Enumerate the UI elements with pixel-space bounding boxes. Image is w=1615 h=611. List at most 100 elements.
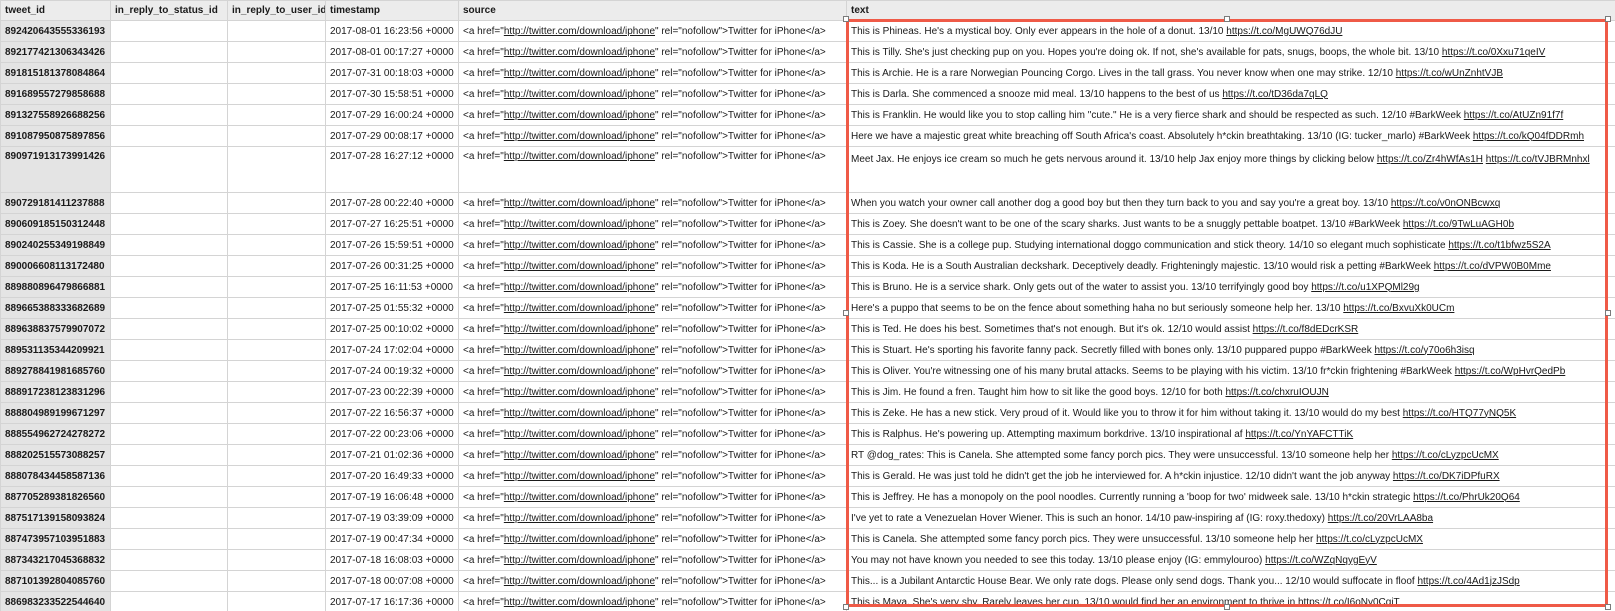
cell-in-reply-to-user-id[interactable] — [227, 570, 326, 592]
cell-in-reply-to-status-id[interactable] — [110, 83, 228, 105]
tweet-link[interactable]: https://t.co/WZqNqygEyV — [1265, 555, 1377, 566]
tweet-link[interactable]: https://t.co/chxruIOUJN — [1225, 387, 1328, 398]
source-link[interactable]: http://twitter.com/download/iphone — [504, 47, 655, 58]
source-link[interactable]: http://twitter.com/download/iphone — [504, 492, 655, 503]
cell-in-reply-to-status-id[interactable] — [110, 339, 228, 361]
cell-text[interactable]: This is Zeke. He has a new stick. Very p… — [846, 402, 1615, 424]
cell-tweet-id[interactable]: 887101392804085760 — [0, 570, 111, 592]
cell-text[interactable]: This is Darla. She commenced a snooze mi… — [846, 83, 1615, 105]
cell-timestamp[interactable]: 2017-07-21 01:02:36 +0000 — [325, 444, 459, 466]
cell-in-reply-to-status-id[interactable] — [110, 591, 228, 611]
cell-text[interactable]: You may not have known you needed to see… — [846, 549, 1615, 571]
cell-source[interactable]: <a href="http://twitter.com/download/iph… — [458, 549, 847, 571]
cell-tweet-id[interactable]: 889531135344209921 — [0, 339, 111, 361]
header-source[interactable]: source — [458, 0, 847, 21]
source-link[interactable]: http://twitter.com/download/iphone — [504, 597, 655, 608]
selection-handle-bottom-right[interactable] — [1605, 604, 1611, 610]
cell-timestamp[interactable]: 2017-07-17 16:17:36 +0000 — [325, 591, 459, 611]
source-link[interactable]: http://twitter.com/download/iphone — [504, 219, 655, 230]
tweet-link[interactable]: https://t.co/YnYAFCTTiK — [1245, 429, 1353, 440]
cell-tweet-id[interactable]: 890006608113172480 — [0, 255, 111, 277]
tweet-link[interactable]: https://t.co/u1XPQMl29g — [1311, 282, 1419, 293]
source-link[interactable]: http://twitter.com/download/iphone — [504, 366, 655, 377]
cell-in-reply-to-status-id[interactable] — [110, 146, 228, 193]
cell-in-reply-to-user-id[interactable] — [227, 339, 326, 361]
cell-in-reply-to-user-id[interactable] — [227, 591, 326, 611]
cell-timestamp[interactable]: 2017-07-29 16:00:24 +0000 — [325, 104, 459, 126]
tweet-link[interactable]: https://t.co/0Xxu71qeIV — [1442, 47, 1545, 58]
cell-timestamp[interactable]: 2017-07-28 00:22:40 +0000 — [325, 192, 459, 214]
cell-timestamp[interactable]: 2017-07-24 00:19:32 +0000 — [325, 360, 459, 382]
tweet-link[interactable]: https://t.co/cLyzpcUcMX — [1316, 534, 1423, 545]
tweet-link[interactable]: https://t.co/MgUWQ76dJU — [1226, 26, 1342, 37]
cell-source[interactable]: <a href="http://twitter.com/download/iph… — [458, 402, 847, 424]
cell-text[interactable]: Here's a puppo that seems to be on the f… — [846, 297, 1615, 319]
tweet-link[interactable]: https://t.co/Zr4hWfAs1H — [1377, 154, 1483, 165]
source-link[interactable]: http://twitter.com/download/iphone — [504, 303, 655, 314]
cell-text[interactable]: This is Jim. He found a fren. Taught him… — [846, 381, 1615, 403]
cell-in-reply-to-status-id[interactable] — [110, 507, 228, 529]
cell-in-reply-to-user-id[interactable] — [227, 486, 326, 508]
cell-source[interactable]: <a href="http://twitter.com/download/iph… — [458, 192, 847, 214]
cell-timestamp[interactable]: 2017-08-01 00:17:27 +0000 — [325, 41, 459, 63]
cell-source[interactable]: <a href="http://twitter.com/download/iph… — [458, 20, 847, 42]
cell-timestamp[interactable]: 2017-07-22 16:56:37 +0000 — [325, 402, 459, 424]
cell-in-reply-to-status-id[interactable] — [110, 255, 228, 277]
cell-in-reply-to-status-id[interactable] — [110, 549, 228, 571]
header-in-reply-to-user-id[interactable]: in_reply_to_user_id — [227, 0, 326, 21]
tweet-link[interactable]: https://t.co/9TwLuAGH0b — [1403, 219, 1514, 230]
cell-in-reply-to-user-id[interactable] — [227, 360, 326, 382]
cell-source[interactable]: <a href="http://twitter.com/download/iph… — [458, 62, 847, 84]
cell-tweet-id[interactable]: 892420643555336193 — [0, 20, 111, 42]
cell-timestamp[interactable]: 2017-07-19 03:39:09 +0000 — [325, 507, 459, 529]
tweet-link[interactable]: https://t.co/tD36da7qLQ — [1222, 89, 1328, 100]
tweet-link[interactable]: https://t.co/20VrLAA8ba — [1328, 513, 1433, 524]
cell-tweet-id[interactable]: 888554962724278272 — [0, 423, 111, 445]
cell-in-reply-to-user-id[interactable] — [227, 444, 326, 466]
cell-source[interactable]: <a href="http://twitter.com/download/iph… — [458, 318, 847, 340]
tweet-link[interactable]: https://t.co/y70o6h3isq — [1375, 345, 1475, 356]
cell-timestamp[interactable]: 2017-07-23 00:22:39 +0000 — [325, 381, 459, 403]
cell-tweet-id[interactable]: 887343217045368832 — [0, 549, 111, 571]
cell-source[interactable]: <a href="http://twitter.com/download/iph… — [458, 507, 847, 529]
cell-in-reply-to-user-id[interactable] — [227, 213, 326, 235]
cell-source[interactable]: <a href="http://twitter.com/download/iph… — [458, 339, 847, 361]
cell-timestamp[interactable]: 2017-08-01 16:23:56 +0000 — [325, 20, 459, 42]
tweet-link-secondary[interactable]: https://t.co/tVJBRMnhxl — [1486, 154, 1590, 165]
source-link[interactable]: http://twitter.com/download/iphone — [504, 471, 655, 482]
spreadsheet[interactable]: tweet_id in_reply_to_status_id in_reply_… — [0, 0, 1615, 611]
cell-in-reply-to-user-id[interactable] — [227, 255, 326, 277]
cell-in-reply-to-status-id[interactable] — [110, 360, 228, 382]
cell-text[interactable]: This is Gerald. He was just told he didn… — [846, 465, 1615, 487]
cell-in-reply-to-status-id[interactable] — [110, 381, 228, 403]
cell-text[interactable]: This is Maya. She's very shy. Rarely lea… — [846, 591, 1615, 611]
cell-source[interactable]: <a href="http://twitter.com/download/iph… — [458, 360, 847, 382]
selection-handle-middle-right[interactable] — [1605, 310, 1611, 316]
source-link[interactable]: http://twitter.com/download/iphone — [504, 89, 655, 100]
cell-in-reply-to-user-id[interactable] — [227, 276, 326, 298]
cell-text[interactable]: This is Zoey. She doesn't want to be one… — [846, 213, 1615, 235]
cell-text[interactable]: This is Tilly. She's just checking pup o… — [846, 41, 1615, 63]
source-link[interactable]: http://twitter.com/download/iphone — [504, 576, 655, 587]
cell-tweet-id[interactable]: 888078434458587136 — [0, 465, 111, 487]
tweet-link[interactable]: https://t.co/HTQ77yNQ5K — [1403, 408, 1516, 419]
tweet-link[interactable]: https://t.co/wUnZnhtVJB — [1396, 68, 1503, 79]
cell-timestamp[interactable]: 2017-07-18 00:07:08 +0000 — [325, 570, 459, 592]
cell-source[interactable]: <a href="http://twitter.com/download/iph… — [458, 213, 847, 235]
cell-text[interactable]: When you watch your owner call another d… — [846, 192, 1615, 214]
tweet-link[interactable]: https://t.co/v0nONBcwxq — [1391, 198, 1501, 209]
cell-in-reply-to-user-id[interactable] — [227, 146, 326, 193]
cell-in-reply-to-status-id[interactable] — [110, 276, 228, 298]
cell-source[interactable]: <a href="http://twitter.com/download/iph… — [458, 423, 847, 445]
tweet-link[interactable]: https://t.co/cLyzpcUcMX — [1392, 450, 1499, 461]
header-tweet-id[interactable]: tweet_id — [0, 0, 111, 21]
cell-source[interactable]: <a href="http://twitter.com/download/iph… — [458, 486, 847, 508]
cell-text[interactable]: This is Archie. He is a rare Norwegian P… — [846, 62, 1615, 84]
cell-tweet-id[interactable]: 886983233522544640 — [0, 591, 111, 611]
cell-timestamp[interactable]: 2017-07-26 00:31:25 +0000 — [325, 255, 459, 277]
cell-in-reply-to-status-id[interactable] — [110, 528, 228, 550]
cell-source[interactable]: <a href="http://twitter.com/download/iph… — [458, 104, 847, 126]
cell-source[interactable]: <a href="http://twitter.com/download/iph… — [458, 570, 847, 592]
header-timestamp[interactable]: timestamp — [325, 0, 459, 21]
cell-timestamp[interactable]: 2017-07-20 16:49:33 +0000 — [325, 465, 459, 487]
